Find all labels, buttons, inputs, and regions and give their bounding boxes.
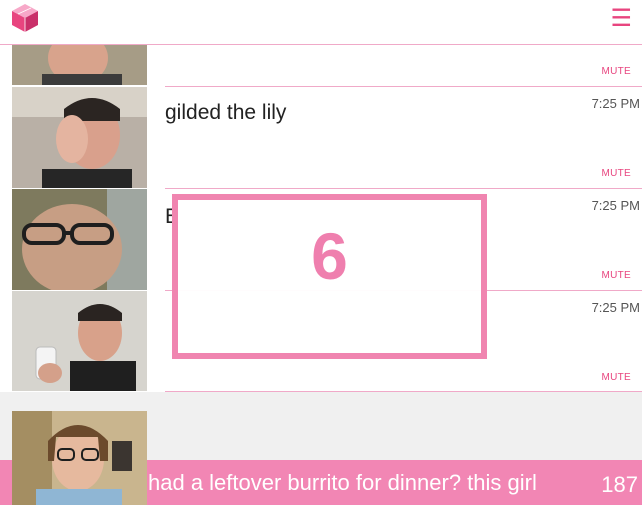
compose-input-text: had a leftover burrito for dinner? this … <box>148 470 537 495</box>
pink-cube-logo-icon[interactable] <box>9 2 41 34</box>
compose-input[interactable]: had a leftover burrito for dinner? this … <box>148 470 578 500</box>
message-text: gilded the lily <box>165 101 287 124</box>
user-thumbnail <box>12 189 147 290</box>
mute-button[interactable]: MUTE <box>601 168 631 179</box>
mute-button[interactable]: MUTE <box>601 66 631 77</box>
app-header: ☰ <box>0 0 642 45</box>
user-thumbnail <box>12 87 147 188</box>
app-window: MUTE gilded the lily 7:25 PM MUTE 7:25 P… <box>0 0 642 505</box>
message-row: gilded the lily 7:25 PM MUTE <box>0 87 642 189</box>
message-timestamp: 7:25 PM <box>591 198 640 213</box>
message-timestamp: 7:25 PM <box>591 96 640 111</box>
camera-preview <box>12 411 147 505</box>
character-count: 187 <box>601 472 638 497</box>
hamburger-menu-icon[interactable]: ☰ <box>610 6 632 30</box>
user-thumbnail <box>12 291 147 391</box>
countdown-overlay: 6 <box>172 194 487 359</box>
mute-button[interactable]: MUTE <box>601 270 631 281</box>
mute-button[interactable]: MUTE <box>601 372 631 383</box>
message-timestamp: 7:25 PM <box>591 300 640 315</box>
countdown-number: 6 <box>311 219 348 293</box>
